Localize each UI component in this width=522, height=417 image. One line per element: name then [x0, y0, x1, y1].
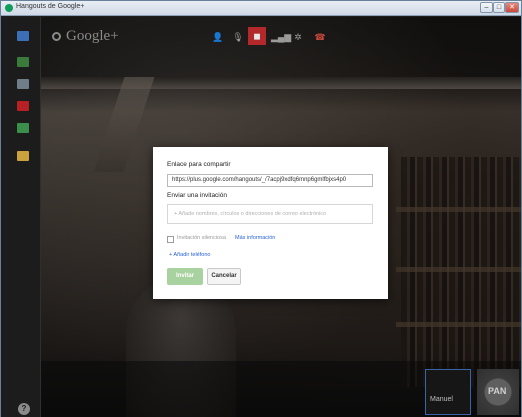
mic-icon[interactable]: 🎙 [231, 31, 245, 43]
participant-filmstrip: Manuel PAN [41, 361, 521, 417]
settings-icon[interactable]: ✲ [291, 31, 305, 43]
maximize-button[interactable]: □ [493, 2, 505, 13]
chat-icon[interactable] [17, 31, 29, 41]
self-video-thumbnail[interactable]: Manuel [425, 369, 471, 415]
participant-avatar: PAN [488, 386, 507, 396]
top-toolbar: Google+ 👤 🎙 ◼ ▂▄▆ ✲ ☎ [41, 17, 521, 57]
window-title: Hangouts de Google+ [16, 3, 85, 10]
invite-label: Enviar una invitación [167, 192, 227, 199]
capture-icon[interactable] [17, 79, 29, 89]
share-link-label: Enlace para compartir [167, 161, 231, 168]
camera-off-icon[interactable]: ◼ [248, 27, 266, 45]
drive-icon[interactable] [17, 123, 29, 133]
invite-icon[interactable]: 👤 [211, 31, 225, 43]
google-plus-logo: Google+ [66, 28, 119, 44]
self-name-label: Manuel [430, 396, 453, 403]
sketch-icon[interactable] [17, 151, 29, 161]
app-window: Hangouts de Google+ – □ ✕ ? Google+ 👤 🎙 … [0, 0, 522, 417]
youtube-icon[interactable] [17, 101, 29, 111]
invite-dialog: Enlace para compartir https://plus.googl… [153, 147, 388, 299]
silent-invite-label: Invitación silenciosa [177, 235, 226, 241]
silent-invite-checkbox[interactable] [167, 236, 174, 243]
google-plus-logo-icon [52, 32, 61, 41]
participant-thumbnail[interactable]: PAN [477, 369, 519, 415]
hangouts-app-icon [5, 4, 13, 12]
help-icon[interactable]: ? [18, 403, 30, 415]
cancel-button[interactable]: Cancelar [207, 268, 241, 285]
add-phone-link[interactable]: + Añadir teléfono [169, 252, 210, 258]
invite-button[interactable]: Invitar [167, 268, 203, 285]
more-info-link[interactable]: Más información [235, 235, 275, 241]
hangup-icon[interactable]: ☎ [313, 31, 327, 43]
app-sidebar: ? [1, 17, 41, 417]
invite-people-input[interactable]: + Añade nombres, círculos o direcciones … [167, 204, 373, 224]
share-link-field[interactable]: https://plus.google.com/hangouts/_/7acpj… [167, 174, 373, 187]
signal-icon[interactable]: ▂▄▆ [271, 31, 291, 43]
close-button[interactable]: ✕ [505, 2, 519, 13]
title-bar: Hangouts de Google+ – □ ✕ [1, 1, 521, 16]
minimize-button[interactable]: – [480, 2, 493, 13]
screenshare-icon[interactable] [17, 57, 29, 67]
